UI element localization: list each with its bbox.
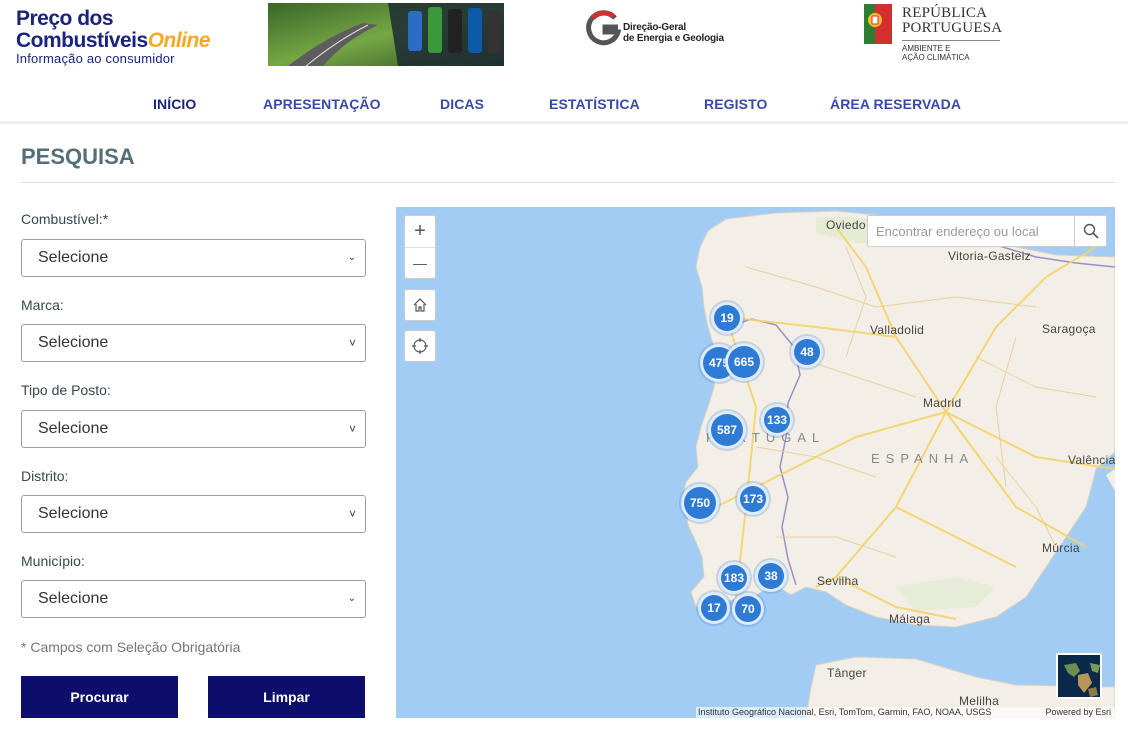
attribution-text: Instituto Geográfico Nacional, Esri, Tom… (698, 707, 992, 717)
map-label-melilha: Melilha (959, 694, 1000, 708)
basemap-toggle[interactable] (1056, 653, 1102, 699)
tipo-posto-select-value: Selecione (38, 420, 109, 437)
logo-tagline: Informação ao consumidor (16, 51, 175, 66)
combustivel-select[interactable]: Selecione ⌄ (21, 239, 366, 277)
dgeg-line-1: Direção-Geral (623, 22, 686, 33)
clear-button[interactable]: Limpar (208, 676, 365, 718)
site-logo[interactable]: Preço dos CombustíveisOnline Informação … (16, 8, 256, 66)
map-label-espanha: ESPANHA (871, 451, 975, 466)
rep-subtitle: AMBIENTE E AÇÃO CLIMÁTICA (902, 44, 970, 62)
combustivel-select-value: Selecione (38, 249, 109, 266)
map-label-oviedo: Oviedo (826, 218, 866, 232)
map-search (867, 215, 1107, 247)
search-button[interactable]: Procurar (21, 676, 178, 718)
station-cluster[interactable]: 70 (732, 593, 764, 625)
map-search-input[interactable] (868, 216, 1074, 246)
map-label-madrid: Madrid (923, 396, 962, 410)
marca-select-value: Selecione (38, 334, 109, 351)
map-label-saragoca: Saragoça (1042, 322, 1096, 336)
republica-portuguesa-logo[interactable]: REPÚBLICA PORTUGUESA AMBIENTE E AÇÃO CLI… (864, 4, 1014, 70)
nav-estatistica[interactable]: ESTATÍSTICA (549, 96, 640, 112)
combustivel-label: Combustível:* (21, 211, 109, 227)
map-search-button[interactable] (1074, 216, 1106, 246)
station-cluster[interactable]: 133 (761, 404, 793, 436)
rep-divider (902, 40, 1000, 41)
logo-online: Online (147, 29, 211, 52)
map-label-valladolid: Valladolid (870, 323, 925, 337)
marca-label: Marca: (21, 297, 64, 313)
nav-area-reservada[interactable]: ÁREA RESERVADA (830, 96, 961, 112)
logo-line-1: Preço dos (16, 7, 114, 30)
tipo-posto-label: Tipo de Posto: (21, 382, 111, 398)
globe-imagery-icon (1058, 655, 1100, 697)
dgeg-logo[interactable]: Direção-Geral de Energia e Geologia (585, 8, 745, 48)
map-label-murcia: Múrcia (1042, 541, 1080, 555)
station-cluster[interactable]: 19 (711, 302, 743, 334)
map-basemap (681, 210, 1115, 718)
logo-line-2: CombustíveisOnline (16, 30, 256, 52)
station-cluster[interactable]: 665 (725, 343, 763, 381)
crosshair-icon (412, 338, 428, 354)
distrito-label: Distrito: (21, 468, 69, 484)
powered-by-esri[interactable]: Powered by Esri (1045, 707, 1111, 718)
station-cluster[interactable]: 183 (718, 562, 750, 594)
dgeg-line-2: de Energia e Geologia (623, 33, 724, 44)
nav-dicas[interactable]: DICAS (440, 96, 484, 112)
home-icon (413, 298, 427, 312)
municipio-select[interactable]: Selecione ⌄ (21, 580, 366, 618)
portugal-flag-icon (864, 4, 892, 44)
zoom-in-button[interactable]: + (405, 216, 435, 247)
home-button[interactable] (404, 289, 436, 321)
locate-button[interactable] (404, 330, 436, 362)
dgeg-emblem-icon (586, 10, 621, 46)
map-label-valencia: Valência (1068, 453, 1115, 467)
main-nav: INÍCIO APRESENTAÇÃO DICAS ESTATÍSTICA RE… (0, 84, 1128, 124)
station-cluster[interactable]: 38 (755, 560, 787, 592)
search-icon (1083, 223, 1099, 239)
map-attribution: Instituto Geográfico Nacional, Esri, Tom… (696, 707, 1115, 718)
dgeg-text: Direção-Geral de Energia e Geologia (623, 22, 724, 44)
page-title: PESQUISA (21, 144, 135, 169)
municipio-label: Município: (21, 553, 85, 569)
title-divider (21, 182, 1115, 183)
logo-word: Combustíveis (16, 29, 148, 52)
stations-map[interactable]: Oviedo Vitoria-Gasteiz Valladolid Sarago… (396, 207, 1115, 718)
station-cluster[interactable]: 587 (708, 411, 746, 449)
station-cluster[interactable]: 48 (791, 336, 823, 368)
tipo-posto-select[interactable]: Selecione ˅ (21, 410, 366, 448)
nav-registo[interactable]: REGISTO (704, 96, 767, 112)
map-label-vitoria: Vitoria-Gasteiz (948, 249, 1031, 263)
station-cluster[interactable]: 17 (698, 592, 730, 624)
map-label-sevilha: Sevilha (817, 574, 859, 588)
marca-select[interactable]: Selecione ˅ (21, 324, 366, 362)
distrito-select-value: Selecione (38, 505, 109, 522)
station-cluster[interactable]: 173 (737, 483, 769, 515)
zoom-controls: + — (404, 215, 436, 279)
map-label-malaga: Málaga (889, 612, 931, 626)
municipio-select-value: Selecione (38, 590, 109, 607)
rep-sub-1: AMBIENTE E (902, 44, 951, 53)
rep-line-1: REPÚBLICA (902, 5, 988, 21)
distrito-select[interactable]: Selecione ˅ (21, 495, 366, 533)
rep-line-2: PORTUGUESA (902, 20, 1003, 36)
chevron-down-icon: ⌄ (347, 593, 356, 604)
chevron-down-icon: ⌄ (347, 252, 356, 263)
station-cluster[interactable]: 750 (681, 484, 719, 522)
chevron-down-icon: ˅ (348, 507, 356, 521)
nav-inicio[interactable]: INÍCIO (153, 96, 196, 112)
chevron-down-icon: ˅ (348, 422, 356, 436)
rep-sub-2: AÇÃO CLIMÁTICA (902, 53, 970, 62)
header-banner-image (268, 3, 504, 66)
required-fields-hint: * Campos com Seleção Obrigatória (21, 639, 241, 655)
rep-title: REPÚBLICA PORTUGUESA (902, 6, 1002, 36)
nav-apresentacao[interactable]: APRESENTAÇÃO (263, 96, 381, 112)
chevron-down-icon: ˅ (348, 336, 356, 350)
zoom-out-button[interactable]: — (405, 248, 435, 279)
map-label-tanger: Tânger (827, 666, 867, 680)
site-header: Preço dos CombustíveisOnline Informação … (0, 0, 1128, 82)
